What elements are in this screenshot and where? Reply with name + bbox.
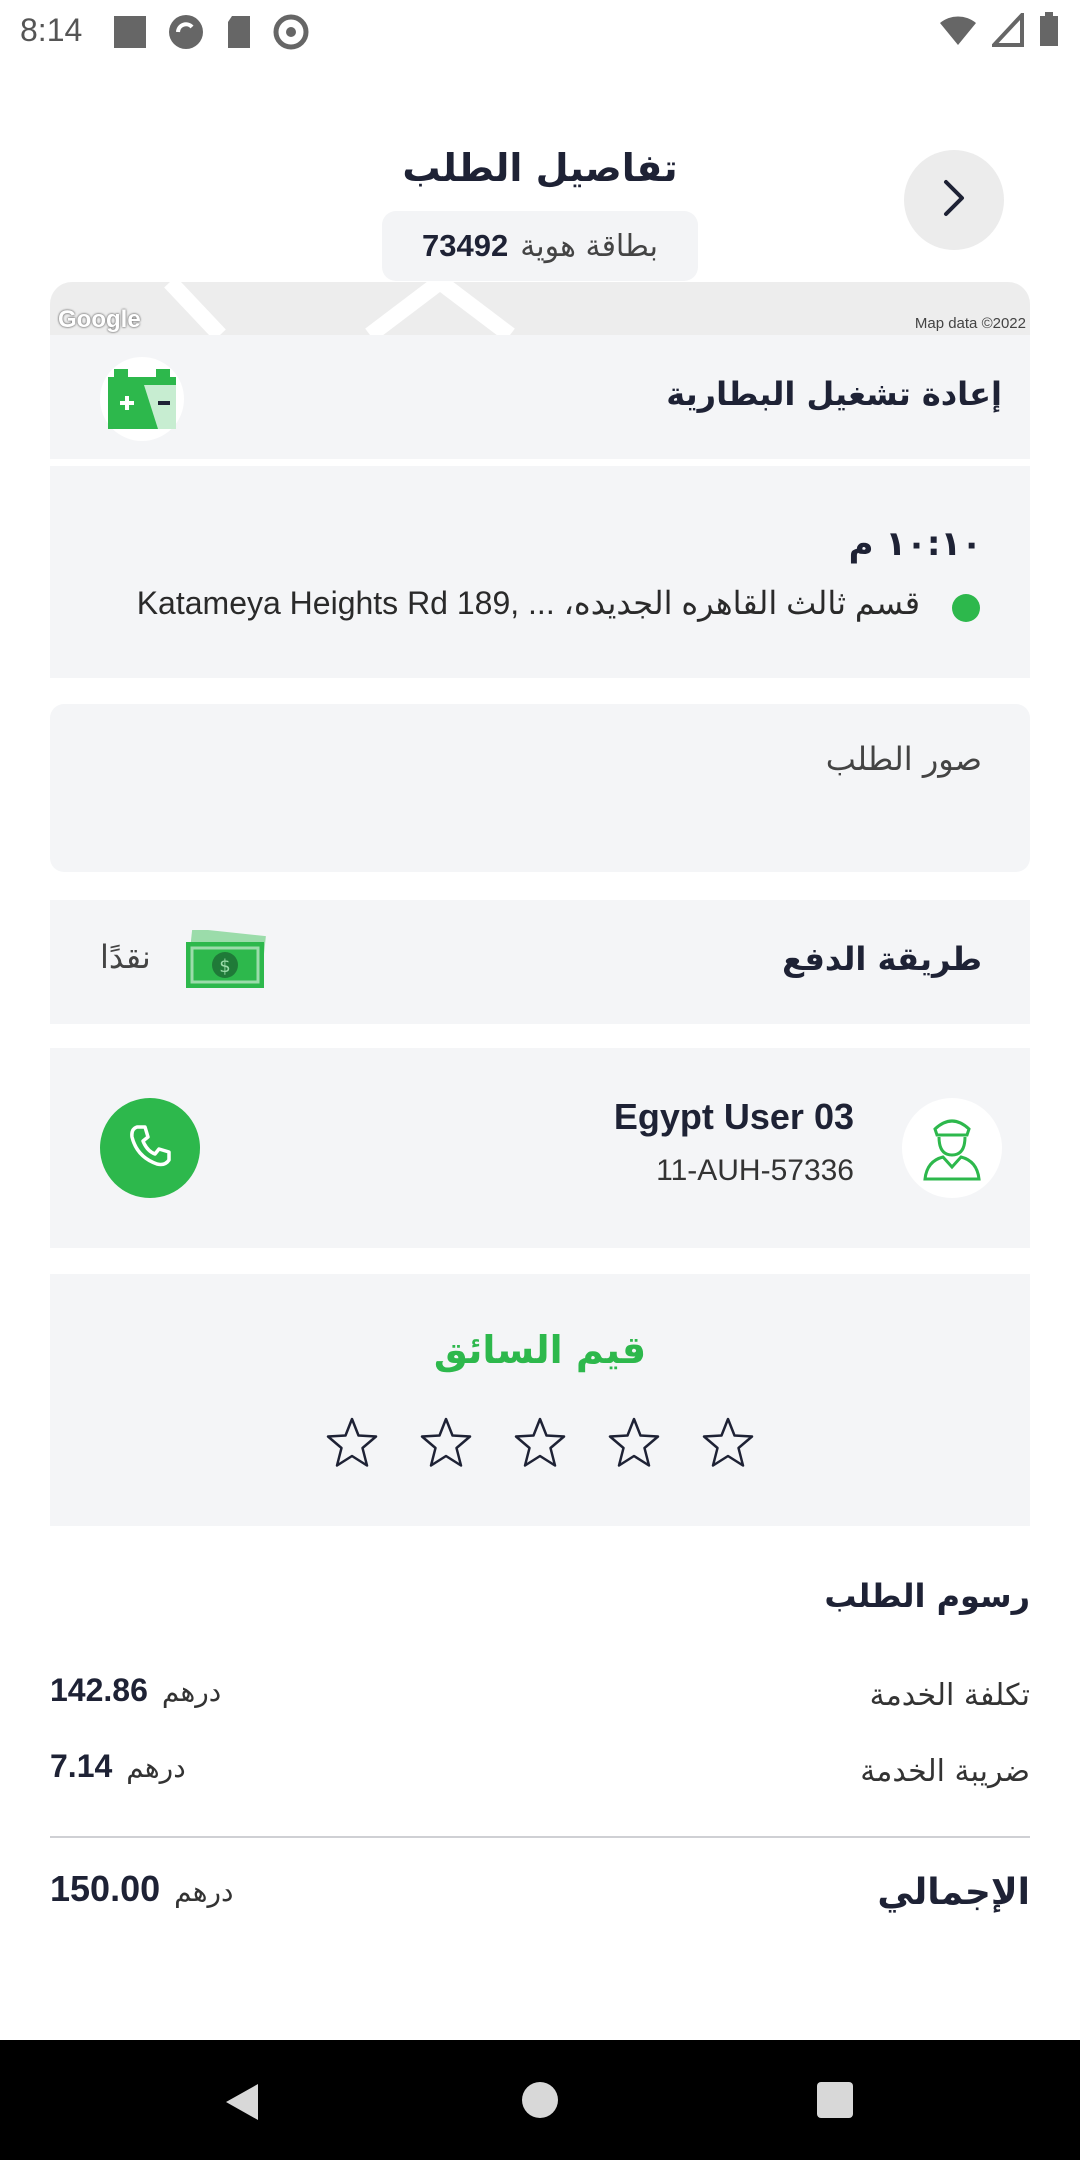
- rate-driver-card: قيم السائق: [50, 1274, 1030, 1526]
- location-dot-icon: [952, 594, 980, 622]
- battery-icon: [100, 357, 184, 441]
- payment-method-value: نقدًا: [100, 938, 151, 976]
- total-currency: درهم: [174, 1875, 234, 1908]
- fee-currency: درهم: [126, 1751, 186, 1784]
- fee-label: ضريبة الخدمة: [860, 1754, 1030, 1789]
- driver-plate: 11-AUH-57336: [656, 1154, 854, 1187]
- star-icon-4[interactable]: [607, 1416, 661, 1470]
- at-icon: [272, 13, 310, 55]
- cash-icon: $: [184, 928, 268, 990]
- fee-value: 142.86: [50, 1672, 148, 1708]
- svg-text:$: $: [219, 956, 230, 977]
- nav-back-icon[interactable]: [222, 2082, 262, 2126]
- driver-card: Egypt User 03 11-AUH-57336: [50, 1048, 1030, 1248]
- id-label: بطاقة هوية: [520, 228, 659, 264]
- total-amount: درهم 150.00: [50, 1868, 234, 1910]
- star-icon-3[interactable]: [513, 1416, 567, 1470]
- battery-status-icon: [1038, 12, 1060, 52]
- notification-icons: [112, 12, 310, 56]
- rate-driver-title: قيم السائق: [433, 1328, 647, 1372]
- signal-icon: [989, 9, 1024, 51]
- id-number: 73492: [421, 228, 509, 263]
- nav-home-icon[interactable]: [522, 2082, 558, 2118]
- call-driver-button[interactable]: [100, 1098, 200, 1198]
- notification-square-icon: [112, 14, 148, 54]
- phone-icon: [125, 1121, 175, 1175]
- location-address: قسم ثالث القاهره الجديده، ... ,189 Katam…: [136, 585, 920, 621]
- fee-amount: درهم 7.14: [50, 1748, 186, 1785]
- star-rating[interactable]: [50, 1416, 1030, 1470]
- fee-label: تكلفة الخدمة: [869, 1678, 1030, 1713]
- order-time: ١٠:١٠ م: [848, 524, 982, 564]
- star-icon-1[interactable]: [325, 1416, 379, 1470]
- star-icon-2[interactable]: [419, 1416, 473, 1470]
- payment-method-label: طريقة الدفع: [782, 940, 982, 978]
- status-time: 8:14: [20, 12, 83, 48]
- fees-title: رسوم الطلب: [824, 1577, 1030, 1615]
- map-view[interactable]: Google Map data ©2022: [50, 282, 1030, 335]
- system-nav-bar: [0, 2040, 1080, 2160]
- sd-card-icon: [224, 14, 254, 54]
- map-roads: [164, 282, 515, 335]
- system-icons: [938, 9, 1060, 52]
- order-photos-label: صور الطلب: [825, 740, 982, 778]
- star-icon-5[interactable]: [701, 1416, 755, 1470]
- total-value: 150.00: [50, 1868, 161, 1909]
- fee-amount: درهم 142.86: [50, 1672, 221, 1709]
- location-card: ١٠:١٠ م قسم ثالث القاهره الجديده، ... ,1…: [50, 466, 1030, 678]
- order-photos-card: صور الطلب: [50, 704, 1030, 872]
- total-label: الإجمالي: [877, 1872, 1030, 1913]
- fee-value: 7.14: [50, 1748, 113, 1784]
- sync-icon: [166, 12, 206, 56]
- status-bar: 8:14: [0, 0, 1080, 62]
- fee-currency: درهم: [161, 1675, 222, 1708]
- driver-name: Egypt User 03: [613, 1096, 854, 1137]
- service-card: إعادة تشغيل البطارية: [50, 335, 1030, 459]
- wifi-icon: [938, 13, 978, 51]
- map-attribution: Map data ©2022: [914, 315, 1026, 332]
- service-name: إعادة تشغيل البطارية: [666, 375, 1002, 413]
- order-id-chip: بطاقة هوية 73492: [382, 211, 698, 281]
- fee-row-total: الإجمالي درهم 150.00: [50, 1868, 1030, 1918]
- driver-icon: [917, 1111, 987, 1185]
- nav-recents-icon[interactable]: [817, 2082, 853, 2118]
- payment-card: طريقة الدفع $ نقدًا: [50, 900, 1030, 1024]
- google-logo: Google: [58, 306, 141, 333]
- fee-row-service-cost: تكلفة الخدمة درهم 142.86: [50, 1672, 1030, 1722]
- page-title: تفاصيل الطلب: [402, 146, 678, 190]
- fees-divider: [50, 1836, 1030, 1838]
- driver-avatar: [902, 1098, 1002, 1198]
- fee-row-service-tax: ضريبة الخدمة درهم 7.14: [50, 1748, 1030, 1798]
